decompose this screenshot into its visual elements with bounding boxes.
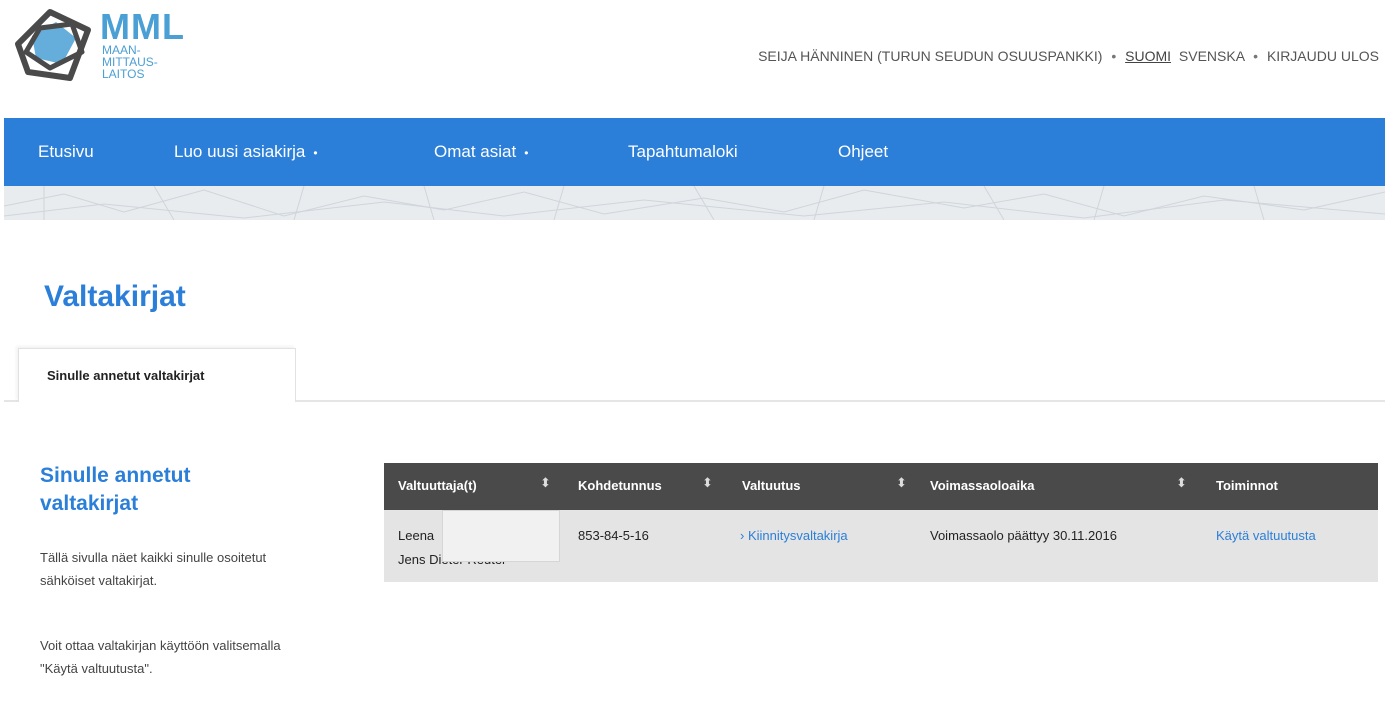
sidebar-title: Sinulle annetut valtakirjat bbox=[40, 464, 191, 515]
logo-title: MML bbox=[100, 6, 185, 47]
nav-item-ohjeet[interactable]: Ohjeet bbox=[838, 142, 888, 162]
column-header-valtuuttaja[interactable]: Valtuuttaja(t) bbox=[398, 478, 477, 493]
table-header: Valtuuttaja(t) ⬍ Kohdetunnus ⬍ Valtuutus… bbox=[384, 463, 1378, 510]
kayta-valtuutusta-link[interactable]: Käytä valtuutusta bbox=[1216, 528, 1316, 543]
column-header-toiminnot: Toiminnot bbox=[1216, 478, 1278, 493]
logo-sub-line: LAITOS bbox=[102, 67, 145, 81]
logo-mark-icon bbox=[15, 9, 91, 81]
map-decoration bbox=[4, 186, 1385, 220]
table-row: Leena Jens Dieter Reuter 853-84-5-16 › K… bbox=[384, 510, 1378, 582]
sort-icon[interactable]: ⬍ bbox=[1176, 475, 1187, 491]
sidebar-description: Tällä sivulla näet kaikki sinulle osoite… bbox=[40, 550, 267, 588]
column-header-voimassaoloaika[interactable]: Voimassaoloaika bbox=[930, 478, 1035, 493]
tab-sinulle-annetut-valtakirjat[interactable]: Sinulle annetut valtakirjat bbox=[18, 348, 296, 402]
cell-voimassaoloaika: Voimassaolo päättyy 30.11.2016 bbox=[930, 528, 1117, 543]
dropdown-caret-icon: • bbox=[313, 146, 318, 160]
sort-icon[interactable]: ⬍ bbox=[702, 475, 713, 491]
cell-kohdetunnus: 853-84-5-16 bbox=[578, 528, 649, 543]
nav-item-omat-asiat[interactable]: Omat asiat • bbox=[434, 142, 528, 162]
dropdown-caret-icon: • bbox=[524, 146, 529, 160]
nav-item-luo-uusi-asiakirja[interactable]: Luo uusi asiakirja • bbox=[174, 142, 318, 162]
page-title: Valtakirjat bbox=[44, 280, 186, 313]
logo-subtitle: MAAN- MITTAUS- LAITOS bbox=[102, 44, 192, 80]
nav-item-label: Omat asiat bbox=[434, 142, 517, 161]
redaction-box bbox=[442, 510, 560, 562]
valtuutus-link[interactable]: › Kiinnitysvaltakirja bbox=[740, 528, 848, 543]
nav-item-label: Ohjeet bbox=[838, 142, 889, 161]
separator: • bbox=[1111, 48, 1117, 64]
user-name: SEIJA HÄNNINEN (TURUN SEUDUN OSUUSPANKKI… bbox=[758, 48, 1103, 64]
nav-item-etusivu[interactable]: Etusivu bbox=[38, 142, 94, 162]
mml-logo[interactable]: MML MAAN- MITTAUS- LAITOS bbox=[8, 4, 188, 94]
nav-item-label: Etusivu bbox=[38, 142, 94, 161]
user-bar: SEIJA HÄNNINEN (TURUN SEUDUN OSUUSPANKKI… bbox=[758, 48, 1379, 64]
tab-label: Sinulle annetut valtakirjat bbox=[47, 368, 205, 383]
logout-link[interactable]: KIRJAUDU ULOS bbox=[1267, 48, 1379, 64]
lang-svenska-link[interactable]: SVENSKA bbox=[1179, 48, 1244, 64]
nav-item-label: Luo uusi asiakirja bbox=[174, 142, 306, 161]
nav-item-tapahtumaloki[interactable]: Tapahtumaloki bbox=[628, 142, 738, 162]
main-nav: Etusivu Luo uusi asiakirja • Omat asiat • … bbox=[4, 118, 1385, 186]
valtakirjat-table: Valtuuttaja(t) ⬍ Kohdetunnus ⬍ Valtuutus… bbox=[384, 463, 1378, 582]
nav-item-label: Tapahtumaloki bbox=[628, 142, 738, 161]
column-header-valtuutus[interactable]: Valtuutus bbox=[742, 478, 801, 493]
sidebar-instruction: Voit ottaa valtakirjan käyttöön valitsem… bbox=[40, 638, 281, 676]
sort-icon[interactable]: ⬍ bbox=[896, 475, 907, 491]
map-pattern-icon bbox=[4, 186, 1385, 220]
sort-icon[interactable]: ⬍ bbox=[540, 475, 551, 491]
cell-valtuuttaja-line1: Leena bbox=[398, 528, 435, 543]
separator: • bbox=[1253, 48, 1259, 64]
header: MML MAAN- MITTAUS- LAITOS SEIJA HÄNNINEN… bbox=[0, 0, 1385, 118]
lang-suomi-link[interactable]: SUOMI bbox=[1125, 48, 1171, 64]
column-header-kohdetunnus[interactable]: Kohdetunnus bbox=[578, 478, 662, 493]
